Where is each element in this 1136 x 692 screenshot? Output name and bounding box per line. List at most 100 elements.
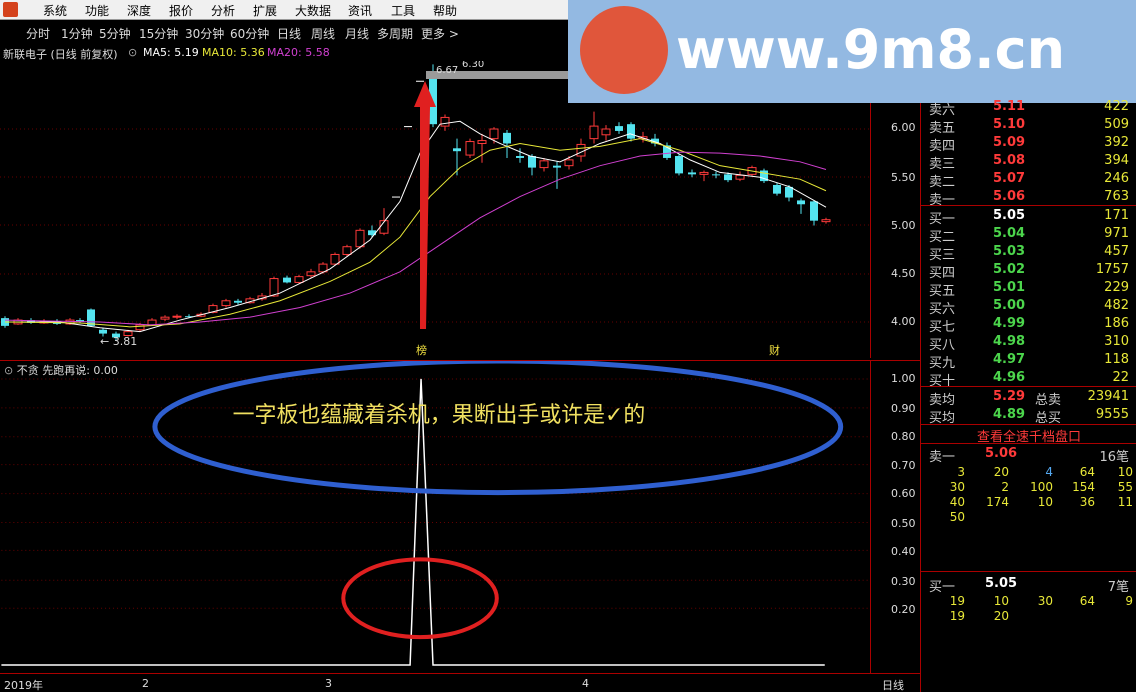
candle-body[interactable] (724, 174, 732, 181)
candle-body[interactable] (797, 200, 805, 205)
kline-chart[interactable]: 6.67 6.30 ← 3.81 榜 财 (0, 61, 870, 358)
candle-body[interactable] (392, 196, 400, 198)
buy-level-row[interactable]: 买一 5.05 171 (921, 207, 1136, 227)
candle-body[interactable] (564, 159, 574, 167)
candle-body[interactable] (810, 201, 818, 221)
bang-tag[interactable]: 榜 (416, 343, 427, 357)
indicator-tick: 0.30 (891, 575, 916, 588)
buy-level-row[interactable]: 买二 5.04 971 (921, 225, 1136, 245)
period-60min[interactable]: 60分钟 (230, 25, 269, 42)
buy-level-row[interactable]: 买十 4.96 22 (921, 369, 1136, 389)
candle-body[interactable] (688, 172, 696, 175)
candle-body[interactable] (821, 219, 831, 223)
candle-body[interactable] (615, 126, 623, 131)
sell-level-row[interactable]: 卖六 5.11 422 (921, 98, 1136, 118)
candle-body[interactable] (306, 271, 316, 277)
period-more[interactable]: 更多 > (421, 25, 459, 42)
candle-body[interactable] (712, 174, 720, 176)
ma-dropdown-icon[interactable]: ⊙ (128, 46, 137, 59)
candle-body[interactable] (516, 156, 524, 158)
period-daily[interactable]: 日线 (277, 25, 301, 42)
candle-body[interactable] (675, 156, 683, 174)
candle-body[interactable] (601, 128, 611, 136)
menu-item-depth[interactable]: 深度 (127, 2, 151, 19)
candle-body[interactable] (489, 128, 499, 140)
candle-body[interactable] (465, 141, 475, 156)
candle-body[interactable] (269, 278, 279, 297)
sell-level-row[interactable]: 卖一 5.06 763 (921, 188, 1136, 208)
menu-item-function[interactable]: 功能 (85, 2, 109, 19)
queue-order-size: 20 (993, 465, 1009, 479)
stock-title[interactable]: 新联电子 (日线 前复权) (3, 46, 118, 62)
candle-body[interactable] (576, 143, 586, 157)
queue-sell-header: 卖一 5.06 16笔 (929, 446, 1129, 465)
candle-body[interactable] (172, 315, 182, 318)
time-label: 2019年 (4, 679, 43, 692)
queue-order-size: 9 (1125, 594, 1133, 608)
candle-body[interactable] (503, 132, 511, 144)
period-30min[interactable]: 30分钟 (185, 25, 224, 42)
menu-item-tools[interactable]: 工具 (391, 2, 415, 19)
time-period-label[interactable]: 日线 (882, 677, 904, 692)
candle-body[interactable] (627, 124, 635, 139)
sell-level-row[interactable]: 卖三 5.08 394 (921, 152, 1136, 172)
buy-level-row[interactable]: 买三 5.03 457 (921, 243, 1136, 263)
menu-item-analysis[interactable]: 分析 (211, 2, 235, 19)
candle-body[interactable] (221, 300, 231, 307)
candle-body[interactable] (234, 300, 242, 303)
candle-body[interactable] (773, 184, 781, 194)
menu-item-news[interactable]: 资讯 (348, 2, 372, 19)
candle-body[interactable] (735, 174, 745, 180)
ma10-line (4, 138, 827, 328)
candle-body[interactable] (330, 253, 340, 265)
cai-tag[interactable]: 财 (769, 343, 780, 357)
menu-item-system[interactable]: 系统 (43, 2, 67, 19)
indicator-tick: 0.20 (891, 603, 916, 616)
buy-level-row[interactable]: 买五 5.01 229 (921, 279, 1136, 299)
menu-item-quote[interactable]: 报价 (169, 2, 193, 19)
period-5min[interactable]: 5分钟 (99, 25, 131, 42)
candle-body[interactable] (528, 156, 536, 168)
candle-body[interactable] (404, 126, 412, 128)
buy-level-row[interactable]: 买八 4.98 310 (921, 333, 1136, 353)
menu-item-extend[interactable]: 扩展 (253, 2, 277, 19)
candle-body[interactable] (785, 186, 793, 198)
period-1min[interactable]: 1分钟 (61, 25, 93, 42)
candle-body[interactable] (283, 277, 291, 283)
candle-body[interactable] (553, 165, 561, 168)
high-price-label: 6.67 (436, 65, 458, 76)
candle-body[interactable] (294, 276, 304, 283)
sell-level-row[interactable]: 卖五 5.10 509 (921, 116, 1136, 136)
price-tick: 4.50 (891, 267, 916, 280)
buy-level-row[interactable]: 买九 4.97 118 (921, 351, 1136, 371)
candle-body[interactable] (160, 316, 170, 320)
ma-legend-bar: 新联电子 (日线 前复权) ⊙ MA5: 5.19 MA10: 5.36 MA2… (0, 43, 570, 61)
buy-level-row[interactable]: 买四 5.02 1757 (921, 261, 1136, 281)
sell-level-row[interactable]: 卖二 5.07 246 (921, 170, 1136, 190)
candle-body[interactable] (699, 171, 709, 175)
candle-body[interactable] (99, 329, 107, 334)
period-15min[interactable]: 15分钟 (139, 25, 178, 42)
buy-level-row[interactable]: 买六 5.00 482 (921, 297, 1136, 317)
sell-level-row[interactable]: 卖四 5.09 392 (921, 134, 1136, 154)
price-tick: 4.00 (891, 315, 916, 328)
candle-body[interactable] (440, 116, 450, 127)
candle-body[interactable] (342, 246, 352, 255)
candle-body[interactable] (589, 125, 599, 140)
indicator-chart[interactable]: 一字板也蕴藏着杀机，果断出手或许是✓的 (0, 360, 870, 673)
period-multi[interactable]: 多周期 (377, 25, 413, 42)
ma20-label: MA20: 5.58 (267, 46, 330, 59)
menu-item-help[interactable]: 帮助 (433, 2, 457, 19)
watermark-banner: www.9m8.cn (568, 0, 1136, 103)
period-monthly[interactable]: 月线 (345, 25, 369, 42)
candle-body[interactable] (416, 80, 424, 82)
candle-body[interactable] (539, 160, 549, 169)
buy-level-row[interactable]: 买七 4.99 186 (921, 315, 1136, 335)
menu-item-bigdata[interactable]: 大数据 (295, 2, 331, 19)
period-weekly[interactable]: 周线 (311, 25, 335, 42)
candle-body[interactable] (477, 140, 487, 144)
period-fenshi[interactable]: 分时 (26, 25, 50, 42)
candle-body[interactable] (355, 229, 365, 248)
price-axis: 6.00 5.50 5.00 4.50 4.00 (870, 61, 920, 358)
candle-body[interactable] (453, 148, 461, 152)
